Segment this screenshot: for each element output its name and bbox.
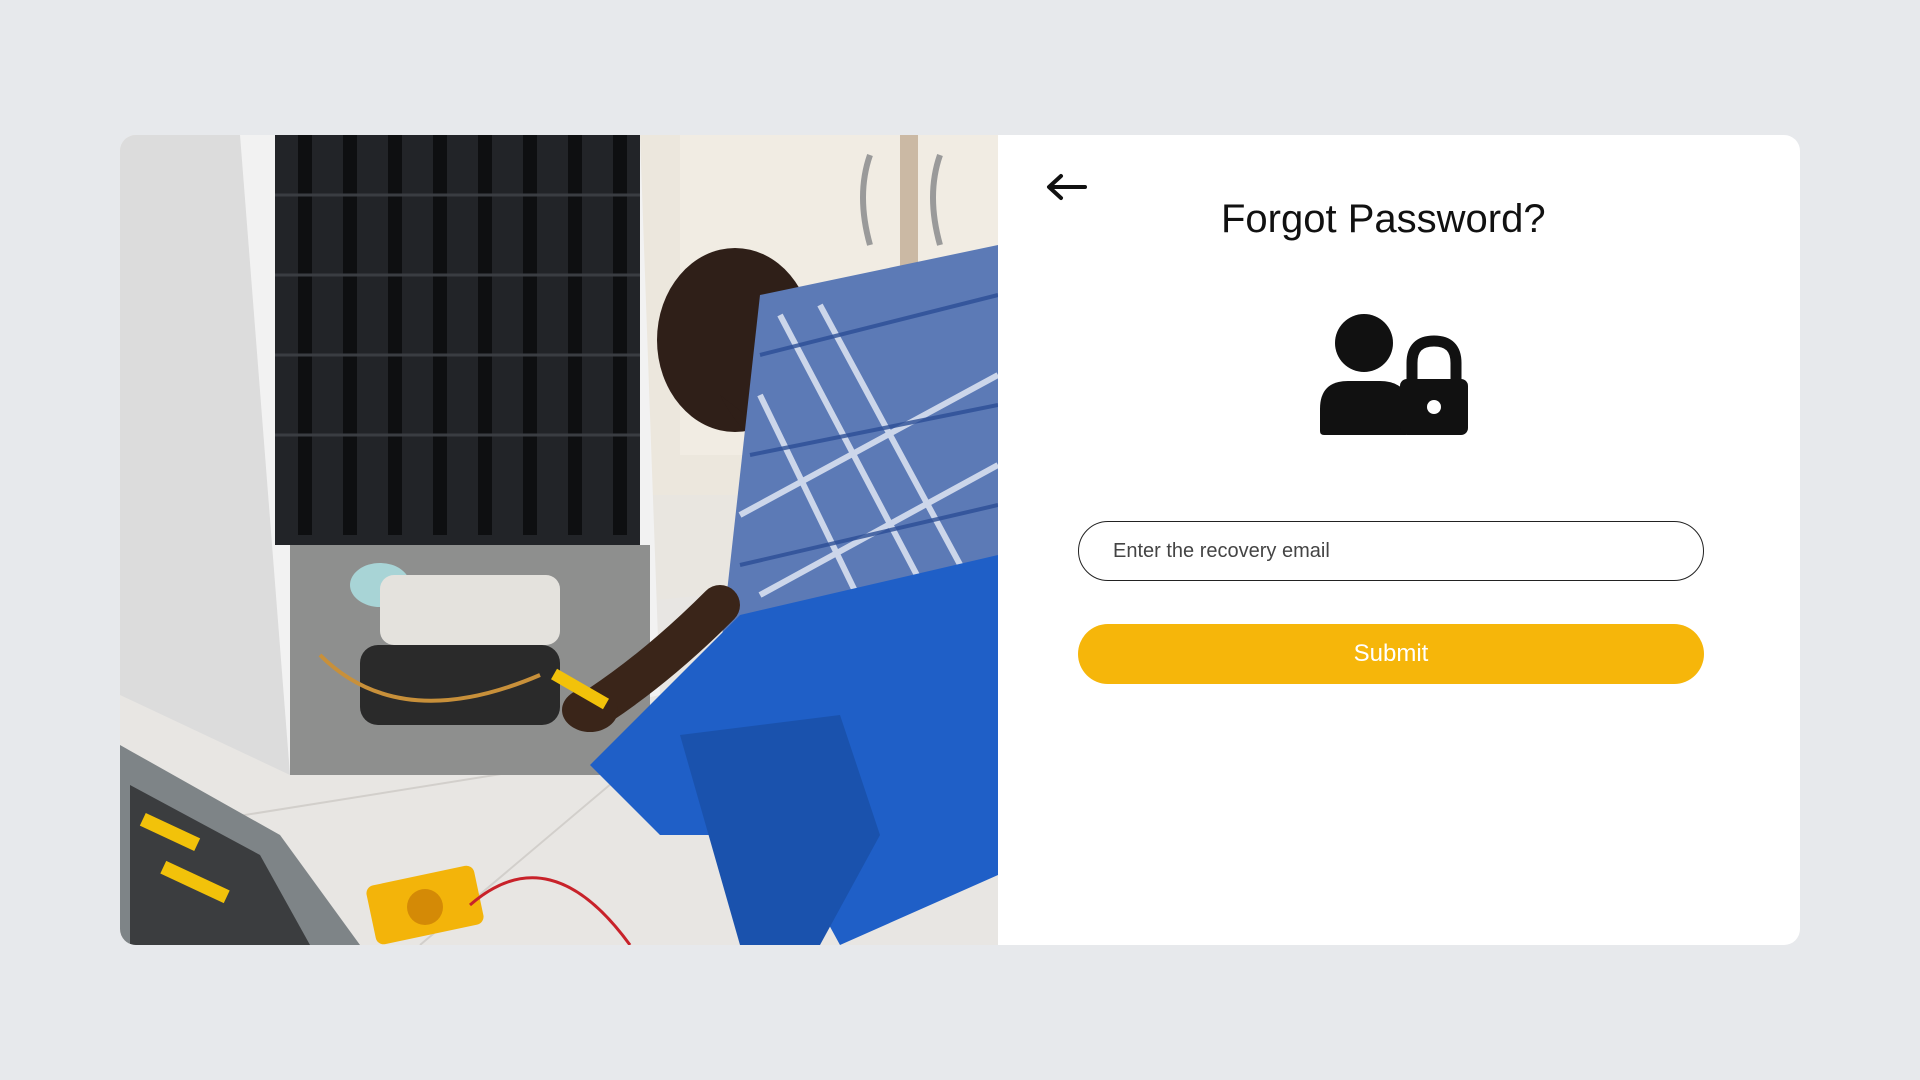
submit-button[interactable]: Submit — [1078, 624, 1704, 684]
form-panel: Forgot Password? Submit — [998, 135, 1800, 945]
arrow-left-icon — [1047, 174, 1087, 200]
technician-repair-photo — [120, 135, 998, 945]
back-button[interactable] — [1044, 169, 1088, 205]
user-lock-icon — [1320, 314, 1468, 435]
forgot-password-card: Forgot Password? Submit — [120, 135, 1800, 945]
fridge-repair-illustration — [120, 135, 998, 945]
recovery-email-input[interactable] — [1078, 521, 1704, 581]
page-title: Forgot Password? — [1221, 197, 1546, 241]
